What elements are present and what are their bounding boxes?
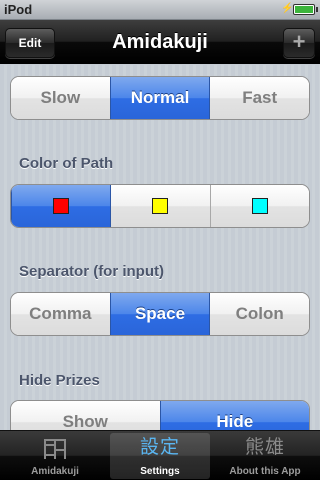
- speed-segmented-control[interactable]: Slow Normal Fast: [10, 76, 310, 120]
- yellow-swatch-icon: [152, 198, 169, 214]
- separator-segmented-control[interactable]: Comma Space Colon: [10, 292, 310, 336]
- prizes-option-show[interactable]: Show: [11, 401, 160, 430]
- about-kanji-icon: 熊雄: [244, 437, 285, 458]
- settings-kanji-icon: 設定: [139, 437, 180, 458]
- amidakuji-ladder-icon: [5, 433, 105, 461]
- separator-label: Separator (for input): [19, 263, 164, 280]
- carrier-label: iPod: [4, 2, 33, 17]
- separator-option-colon[interactable]: Colon: [209, 293, 309, 335]
- separator-option-space[interactable]: Space: [109, 293, 210, 335]
- red-swatch-icon: [53, 198, 70, 214]
- add-button[interactable]: +: [283, 28, 315, 58]
- hide-prizes-label: Hide Prizes: [19, 372, 100, 389]
- path-color-segmented-control[interactable]: [10, 184, 310, 228]
- path-color-option-yellow[interactable]: [110, 185, 210, 227]
- tab-settings[interactable]: 設定 Settings: [110, 433, 210, 479]
- speed-option-fast[interactable]: Fast: [209, 77, 309, 119]
- speed-option-normal[interactable]: Normal: [109, 77, 210, 119]
- tab-amidakuji-label: Amidakuji: [31, 466, 79, 477]
- cyan-swatch-icon: [251, 198, 268, 214]
- tab-amidakuji[interactable]: Amidakuji: [5, 433, 105, 479]
- page-title: Amidakuji: [112, 31, 208, 53]
- path-color-option-cyan[interactable]: [209, 185, 309, 227]
- charging-plug-icon: ⚡: [281, 3, 294, 14]
- color-of-path-label: Color of Path: [19, 155, 114, 172]
- status-bar: iPod ⚡: [0, 0, 320, 20]
- settings-list[interactable]: Slow Normal Fast Color of Path Separator…: [0, 65, 320, 430]
- path-color-option-red[interactable]: [11, 185, 111, 227]
- tab-about-label: About this App: [229, 466, 301, 477]
- hide-prizes-segmented-control[interactable]: Show Hide: [10, 400, 310, 430]
- prizes-option-hide[interactable]: Hide: [159, 401, 309, 430]
- navigation-bar: Edit Amidakuji +: [0, 20, 320, 64]
- tab-bar: Amidakuji 設定 Settings 熊雄 About this App: [0, 430, 320, 480]
- speed-option-slow[interactable]: Slow: [11, 77, 110, 119]
- separator-option-comma[interactable]: Comma: [11, 293, 110, 335]
- tab-about[interactable]: 熊雄 About this App: [215, 433, 315, 479]
- tab-settings-label: Settings: [140, 466, 180, 477]
- battery-icon: [293, 4, 318, 15]
